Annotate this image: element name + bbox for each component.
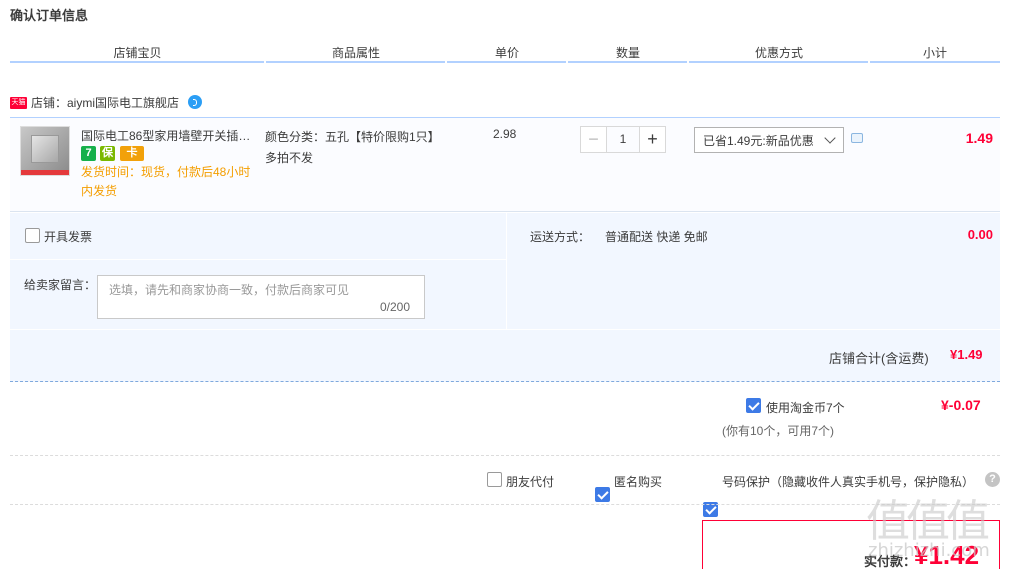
seven-day-return-icon[interactable]: 7 (81, 146, 96, 161)
section-divider (10, 455, 1000, 456)
anonymous-purchase-checkbox[interactable] (595, 487, 610, 502)
header-gap (264, 61, 266, 63)
shipping-time-note: 发货时间：现货，付款后48小时 内发货 (81, 163, 261, 201)
friend-pay-checkbox[interactable] (487, 472, 502, 487)
taobao-coin-label[interactable]: 使用淘金币7个 (766, 399, 845, 416)
shop-total-label: 店铺合计(含运费) (829, 351, 929, 366)
header-gap (868, 61, 870, 63)
guarantee-icon[interactable]: 保 (100, 146, 115, 161)
discount-select[interactable]: 已省1.49元:新品优惠 (694, 127, 844, 153)
quantity-stepper: − 1 + (580, 126, 666, 154)
message-char-counter: 0/200 (380, 300, 411, 314)
help-icon[interactable]: ? (985, 472, 1000, 487)
site-watermark-url: zhizhizhi.com (868, 540, 990, 561)
sku-note: 多拍不发 (265, 151, 314, 165)
message-bubble-icon[interactable] (851, 133, 863, 143)
shipping-fee: 0.00 (967, 227, 993, 242)
shipping-time-line: 发货时间：现货，付款后48小时 (81, 165, 251, 179)
product-thumbnail[interactable] (20, 126, 70, 176)
quantity-increase-button[interactable]: + (639, 126, 666, 153)
column-header-subtotal: 小计 (922, 46, 947, 60)
seller-message-label: 给卖家留言： (24, 278, 97, 292)
invoice-label[interactable]: 开具发票 (44, 228, 92, 245)
invoice-checkbox[interactable] (25, 228, 40, 243)
quantity-decrease-button[interactable]: − (580, 126, 607, 153)
sku-color: 颜色分类：五孔【特价限购1只】 (265, 130, 440, 144)
friend-pay-label[interactable]: 朋友代付 (506, 473, 554, 490)
discount-selected-value: 已省1.49元:新品优惠 (703, 133, 814, 148)
anonymous-purchase-label[interactable]: 匿名购买 (614, 473, 662, 490)
column-header-attributes: 商品属性 (331, 46, 380, 60)
header-divider (10, 61, 1000, 63)
thumbnail-banner (21, 170, 69, 175)
column-header-price: 单价 (494, 46, 519, 60)
shipping-time-line: 内发货 (81, 184, 118, 198)
item-subtotal: 1.49 (965, 130, 993, 146)
header-gap (687, 61, 689, 63)
shop-name-link[interactable]: 店铺：aiymi国际电工旗舰店 (31, 94, 179, 111)
shop-row: 天猫 店铺：aiymi国际电工旗舰店 (10, 94, 203, 111)
column-header-discount: 优惠方式 (754, 46, 803, 60)
taobao-coin-checkbox[interactable] (746, 398, 761, 413)
header-gap (445, 61, 447, 63)
shop-total-value: ¥1.49 (950, 347, 983, 362)
seller-message-placeholder: 选填，请先和商家协商一致，付款后商家可见 (109, 283, 350, 297)
options-divider (10, 259, 506, 260)
column-header-item: 店铺宝贝 (113, 46, 162, 60)
taobao-coin-note: (你有10个，可用7个) (722, 424, 835, 438)
column-header-quantity: 数量 (615, 46, 640, 60)
socket-image-icon (31, 135, 59, 163)
shipping-method-value: 普通配送 快递 免邮 (605, 230, 708, 244)
page-title: 确认订单信息 (10, 8, 89, 23)
section-divider (10, 504, 1000, 505)
shipping-method-label: 运送方式： (530, 230, 591, 244)
quantity-input[interactable]: 1 (607, 126, 639, 153)
header-gap (566, 61, 568, 63)
chevron-down-icon (824, 132, 836, 144)
unit-price: 2.98 (493, 127, 517, 141)
sku-attributes: 颜色分类：五孔【特价限购1只】 多拍不发 (265, 127, 440, 169)
product-name-link[interactable]: 国际电工86型家用墙壁开关插座面板五孔 (81, 127, 256, 144)
wangwang-chat-icon[interactable] (188, 94, 203, 109)
credit-card-icon[interactable]: 卡 (120, 146, 144, 161)
tmall-badge-icon: 天猫 (10, 96, 27, 109)
taobao-coin-discount: ¥-0.07 (941, 397, 981, 413)
